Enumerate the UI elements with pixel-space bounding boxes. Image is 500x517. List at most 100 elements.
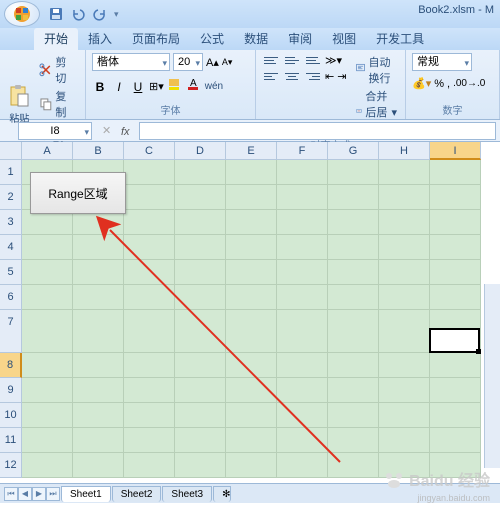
cell[interactable]: [277, 285, 328, 310]
cell[interactable]: [22, 260, 73, 285]
save-icon[interactable]: [48, 6, 64, 22]
sheet-tab-1[interactable]: Sheet1: [61, 486, 111, 502]
cell[interactable]: [22, 403, 73, 428]
cell[interactable]: [124, 310, 175, 353]
cell[interactable]: [379, 260, 430, 285]
sheet-tab-2[interactable]: Sheet2: [112, 486, 162, 502]
cell[interactable]: [328, 403, 379, 428]
font-color-button[interactable]: A: [186, 77, 202, 96]
cell[interactable]: [22, 353, 73, 378]
cell[interactable]: [73, 260, 124, 285]
cell[interactable]: [226, 428, 277, 453]
cell[interactable]: [328, 235, 379, 260]
row-header-selected[interactable]: 8: [0, 353, 22, 378]
cell[interactable]: [430, 235, 481, 260]
cell[interactable]: [277, 185, 328, 210]
cell[interactable]: [22, 378, 73, 403]
row-header[interactable]: 7: [0, 310, 22, 353]
row-header[interactable]: 9: [0, 378, 22, 403]
cell[interactable]: [379, 403, 430, 428]
select-all-corner[interactable]: [0, 142, 22, 160]
cell[interactable]: [226, 378, 277, 403]
cell[interactable]: [430, 210, 481, 235]
font-size-combo[interactable]: 20: [173, 53, 203, 71]
col-header-selected[interactable]: I: [430, 142, 481, 160]
cell[interactable]: [226, 403, 277, 428]
percent-format-icon[interactable]: %: [434, 78, 444, 90]
row-header[interactable]: 5: [0, 260, 22, 285]
cell[interactable]: [430, 260, 481, 285]
orientation-icon[interactable]: ≫▾: [325, 54, 342, 67]
sheet-tab-3[interactable]: Sheet3: [162, 486, 212, 502]
cell[interactable]: [226, 210, 277, 235]
cell[interactable]: [175, 428, 226, 453]
cell[interactable]: [175, 378, 226, 403]
row-header[interactable]: 10: [0, 403, 22, 428]
first-sheet-icon[interactable]: ⏮: [4, 487, 18, 501]
cell[interactable]: [73, 235, 124, 260]
cell[interactable]: [124, 403, 175, 428]
col-header[interactable]: C: [124, 142, 175, 160]
cell[interactable]: [73, 453, 124, 478]
col-header[interactable]: F: [277, 142, 328, 160]
cell[interactable]: [277, 160, 328, 185]
col-header[interactable]: A: [22, 142, 73, 160]
undo-icon[interactable]: [70, 6, 86, 22]
cell[interactable]: [379, 353, 430, 378]
cell[interactable]: [430, 403, 481, 428]
comma-format-icon[interactable]: ,: [447, 78, 450, 90]
cell[interactable]: [226, 453, 277, 478]
cell[interactable]: [124, 285, 175, 310]
cell[interactable]: [124, 428, 175, 453]
cell[interactable]: [226, 285, 277, 310]
bold-button[interactable]: B: [92, 79, 108, 95]
increase-decimal-icon[interactable]: .00→.0: [453, 78, 485, 89]
new-sheet-icon[interactable]: ✻: [213, 486, 231, 502]
cell[interactable]: [73, 378, 124, 403]
cell[interactable]: [73, 403, 124, 428]
range-macro-button[interactable]: Range区域: [30, 172, 126, 214]
cell[interactable]: [379, 378, 430, 403]
cell[interactable]: [22, 285, 73, 310]
copy-button[interactable]: 复制: [37, 87, 79, 121]
cell[interactable]: [124, 378, 175, 403]
cell[interactable]: [175, 403, 226, 428]
increase-indent-icon[interactable]: ⇥: [337, 70, 346, 83]
cell[interactable]: [430, 428, 481, 453]
cell[interactable]: [277, 453, 328, 478]
tab-home[interactable]: 开始: [34, 28, 78, 50]
cell[interactable]: [124, 185, 175, 210]
office-button[interactable]: [4, 1, 40, 27]
cell[interactable]: [379, 285, 430, 310]
align-right-icon[interactable]: [304, 69, 322, 83]
cancel-icon[interactable]: ✕: [102, 124, 111, 137]
cell[interactable]: [277, 428, 328, 453]
cell[interactable]: [124, 260, 175, 285]
cell[interactable]: [430, 185, 481, 210]
cell[interactable]: [277, 235, 328, 260]
cell[interactable]: [175, 160, 226, 185]
cell[interactable]: [277, 378, 328, 403]
cell[interactable]: [328, 453, 379, 478]
cell[interactable]: [328, 160, 379, 185]
cell[interactable]: [379, 235, 430, 260]
cell[interactable]: [328, 378, 379, 403]
row-header[interactable]: 12: [0, 453, 22, 478]
decrease-font-icon[interactable]: A▾: [222, 57, 233, 68]
cell[interactable]: [226, 310, 277, 353]
cell[interactable]: [226, 235, 277, 260]
cell[interactable]: [175, 185, 226, 210]
vertical-scrollbar[interactable]: [484, 284, 500, 468]
cell[interactable]: [124, 353, 175, 378]
col-header[interactable]: B: [73, 142, 124, 160]
fx-icon[interactable]: fx: [121, 124, 135, 138]
cell[interactable]: [124, 235, 175, 260]
cell[interactable]: [328, 353, 379, 378]
cell[interactable]: [73, 285, 124, 310]
col-header[interactable]: D: [175, 142, 226, 160]
cell[interactable]: [277, 210, 328, 235]
row-header[interactable]: 6: [0, 285, 22, 310]
cell[interactable]: [124, 453, 175, 478]
cell[interactable]: [175, 353, 226, 378]
align-top-icon[interactable]: [262, 53, 280, 67]
